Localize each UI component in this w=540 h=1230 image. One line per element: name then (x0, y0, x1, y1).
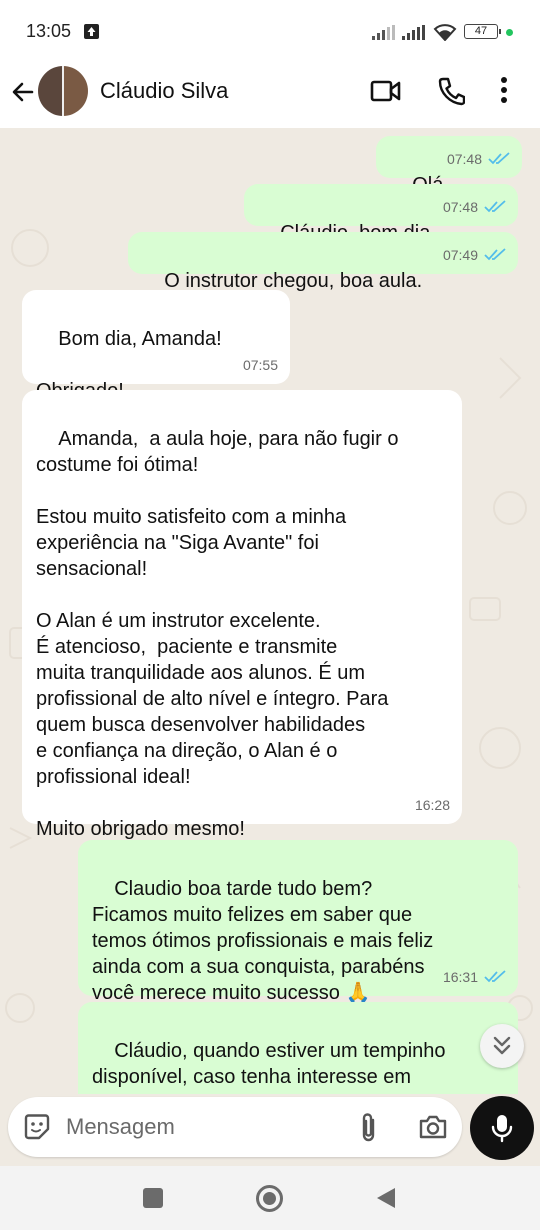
message-composer[interactable]: Mensagem (8, 1097, 462, 1157)
message-bubble-incoming[interactable]: Bom dia, Amanda! Obrigado! 07:55 (22, 290, 290, 402)
more-vert-icon[interactable] (500, 76, 508, 104)
mic-button[interactable] (470, 1096, 534, 1160)
message-bubble-outgoing[interactable]: Claudio boa tarde tudo bem? Ficamos muit… (78, 840, 518, 1004)
recents-button[interactable] (143, 1188, 163, 1208)
battery-indicator: 47 (464, 24, 501, 39)
mic-icon (491, 1115, 513, 1143)
chevrons-down-icon (493, 1036, 511, 1055)
message-time: 16:28 (414, 797, 450, 813)
message-text: Cláudio, quando estiver um tempinho disp… (92, 1040, 446, 1094)
message-bubble-incoming[interactable]: Amanda, a aula hoje, para não fugir o co… (22, 390, 462, 840)
signal-icon-2 (402, 25, 425, 40)
message-time: 07:48 (442, 199, 478, 215)
double-check-icon (488, 152, 510, 165)
message-meta: 07:49 (443, 242, 506, 268)
message-bubble-outgoing[interactable]: Cláudio, quando estiver um tempinho disp… (78, 1002, 518, 1094)
message-meta: 16:28 (415, 792, 450, 818)
message-meta: 16:31 (443, 964, 506, 990)
arrow-left-icon[interactable] (10, 79, 36, 105)
message-text: O instrutor chegou, boa aula. (164, 270, 423, 292)
double-check-icon (484, 248, 506, 261)
back-triangle-icon[interactable] (376, 1187, 396, 1209)
message-bubble-outgoing[interactable]: Cláudio, bom dia 07:48 (244, 184, 518, 244)
wifi-icon (433, 24, 457, 41)
message-meta: 07:55 (243, 352, 278, 378)
scroll-to-bottom-button[interactable] (480, 1024, 524, 1068)
message-bubble-outgoing[interactable]: Olá 07:48 (376, 136, 522, 196)
system-navigation-bar (0, 1166, 540, 1230)
message-meta: 07:48 (447, 146, 510, 172)
message-time: 07:49 (442, 247, 478, 263)
video-call-icon[interactable] (370, 78, 402, 104)
message-text: Amanda, a aula hoje, para não fugir o co… (36, 428, 399, 840)
message-time: 07:48 (446, 151, 482, 167)
camera-icon[interactable] (418, 1113, 448, 1141)
double-check-icon (484, 970, 506, 983)
sticker-icon[interactable] (22, 1112, 52, 1142)
message-meta: 07:48 (443, 194, 506, 220)
avatar[interactable] (38, 66, 88, 116)
privacy-dot (506, 29, 513, 36)
phone-icon[interactable] (437, 76, 465, 106)
message-input[interactable]: Mensagem (66, 1114, 175, 1140)
contact-name[interactable]: Cláudio Silva (100, 78, 228, 104)
chat-header: Cláudio Silva (0, 62, 540, 128)
home-button[interactable] (256, 1185, 283, 1212)
status-bar: 13:05 47 (0, 0, 540, 62)
chat-area[interactable]: Olá 07:48 Cláudio, bom dia 07:48 O instr… (0, 128, 540, 1094)
upload-notification-icon (84, 24, 99, 39)
status-time: 13:05 (26, 21, 72, 41)
message-time: 16:31 (442, 969, 478, 985)
message-bubble-outgoing[interactable]: O instrutor chegou, boa aula. 07:49 (128, 232, 518, 292)
double-check-icon (484, 200, 506, 213)
message-text: Claudio boa tarde tudo bem? Ficamos muit… (92, 878, 434, 1004)
signal-icon (372, 25, 395, 40)
paperclip-icon[interactable] (358, 1111, 380, 1143)
message-time: 07:55 (242, 357, 278, 373)
